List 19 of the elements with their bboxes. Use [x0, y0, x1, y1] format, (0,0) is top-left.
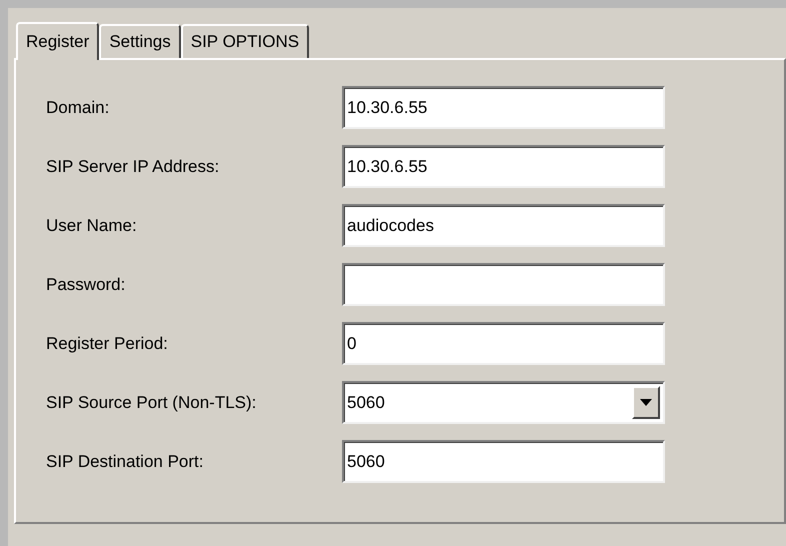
field-label: Password:: [46, 274, 126, 294]
input-field[interactable]: 0: [342, 322, 665, 365]
tab[interactable]: Register: [16, 22, 100, 60]
dropdown[interactable]: 5060: [342, 381, 665, 424]
input-field[interactable]: 5060: [342, 440, 665, 483]
field-label: Domain:: [46, 98, 110, 118]
input-field[interactable]: audiocodes: [342, 204, 665, 247]
dropdown-button[interactable]: [632, 386, 660, 419]
caret-icon: [640, 399, 652, 406]
field-label: SIP Destination Port:: [46, 452, 204, 472]
field-label: Register Period:: [46, 334, 169, 354]
input-field[interactable]: 10.30.6.55: [342, 145, 665, 188]
field-label: User Name:: [46, 216, 138, 236]
input-field[interactable]: [342, 263, 665, 306]
tab[interactable]: Settings: [99, 24, 181, 58]
field-label: SIP Server IP Address:: [46, 156, 220, 176]
tab[interactable]: SIP OPTIONS: [180, 24, 310, 58]
field-label: SIP Source Port (Non-TLS):: [46, 392, 258, 412]
input-field[interactable]: 10.30.6.55: [342, 86, 665, 129]
